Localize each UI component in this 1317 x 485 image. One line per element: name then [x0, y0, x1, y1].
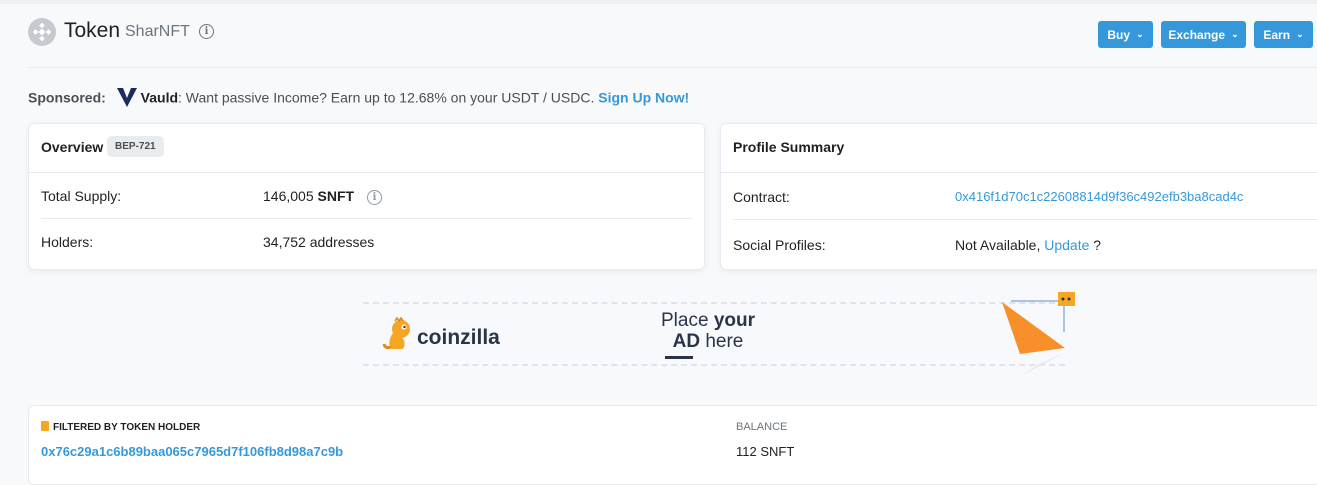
profile-card-header: Profile Summary [721, 124, 1317, 173]
ad-arrow-graphic-icon [1002, 292, 1075, 376]
overview-card-header: Overview BEP-721 [29, 124, 704, 173]
wallet-icon [41, 421, 49, 431]
ad-underline [665, 356, 693, 359]
info-icon[interactable]: i [199, 24, 214, 39]
total-supply-value: 146,005 SNFT [263, 188, 354, 204]
earn-button-label: Earn [1263, 27, 1291, 42]
sponsor-cta-link[interactable]: Sign Up Now! [598, 90, 689, 106]
ad-line2-b: here [700, 331, 744, 352]
profile-summary-title: Profile Summary [733, 139, 845, 155]
supply-info-icon[interactable]: i [367, 190, 382, 205]
total-supply-label: Total Supply: [41, 188, 122, 204]
social-profiles-value: Not Available, Update ? [955, 237, 1101, 253]
holders-label: Holders: [41, 234, 94, 250]
top-border [0, 0, 1317, 4]
overview-divider [41, 218, 692, 219]
ad-line2-a: AD [672, 331, 701, 352]
exchange-button[interactable]: Exchange ⌄ [1161, 21, 1246, 48]
holder-address-link[interactable]: 0x76c29a1c6b89baa065c7965d7f106fb8d98a7c… [41, 444, 343, 459]
overview-card: Overview BEP-721 Total Supply: 146,005 S… [28, 123, 705, 270]
total-supply-amount: 146,005 [263, 188, 314, 204]
earn-button[interactable]: Earn ⌄ [1254, 21, 1313, 48]
buy-button[interactable]: Buy ⌄ [1098, 21, 1153, 48]
contract-address-link[interactable]: 0x416f1d70c1c22608814d9f36c492efb3ba8cad… [955, 189, 1243, 204]
profile-summary-card: Profile Summary Contract: 0x416f1d70c1c2… [720, 123, 1317, 270]
balance-value: 112 SNFT [736, 444, 795, 459]
filter-label: FILTERED BY TOKEN HOLDER [41, 421, 200, 433]
chevron-down-icon: ⌄ [1296, 29, 1304, 39]
overview-title: Overview [41, 139, 104, 155]
social-profiles-label: Social Profiles: [733, 237, 826, 253]
coinzilla-mascot-icon [382, 317, 410, 350]
token-standard-badge: BEP-721 [107, 136, 164, 157]
filter-label-text: FILTERED BY TOKEN HOLDER [53, 422, 201, 433]
sponsored-label: Sponsored: [28, 89, 106, 106]
page-title: Token [64, 19, 121, 42]
chevron-down-icon: ⌄ [1136, 29, 1144, 39]
total-supply-unit: SNFT [317, 188, 355, 204]
ad-banner[interactable]: coinzilla Place your AD here [349, 290, 1078, 379]
header-divider [28, 67, 1317, 68]
sponsor-brand: Vauld [140, 89, 179, 106]
chevron-down-icon: ⌄ [1231, 29, 1239, 39]
profile-divider [733, 219, 1317, 220]
social-suffix: ? [1093, 237, 1102, 253]
sponsored-banner: Sponsored: Vauld: Want passive Income? E… [28, 88, 689, 110]
vauld-logo-icon [116, 88, 137, 107]
balance-label: BALANCE [736, 421, 788, 433]
ad-headline: Place your AD here [653, 310, 763, 352]
contract-label: Contract: [733, 189, 790, 205]
sponsor-text: : Want passive Income? Earn up to 12.68%… [178, 89, 595, 106]
ad-line1-a: Place [661, 310, 714, 331]
update-link[interactable]: Update [1044, 237, 1089, 253]
holders-value[interactable]: 34,752 addresses [263, 234, 374, 250]
coinzilla-brand: coinzilla [417, 326, 500, 349]
token-name: SharNFT [125, 23, 190, 40]
social-not-available: Not Available, [955, 237, 1041, 253]
bnb-token-logo-icon [28, 18, 56, 46]
buy-button-label: Buy [1107, 27, 1131, 42]
filter-panel: FILTERED BY TOKEN HOLDER BALANCE 0x76c29… [28, 405, 1317, 485]
exchange-button-label: Exchange [1168, 27, 1226, 42]
ad-line1-b: your [713, 310, 755, 331]
